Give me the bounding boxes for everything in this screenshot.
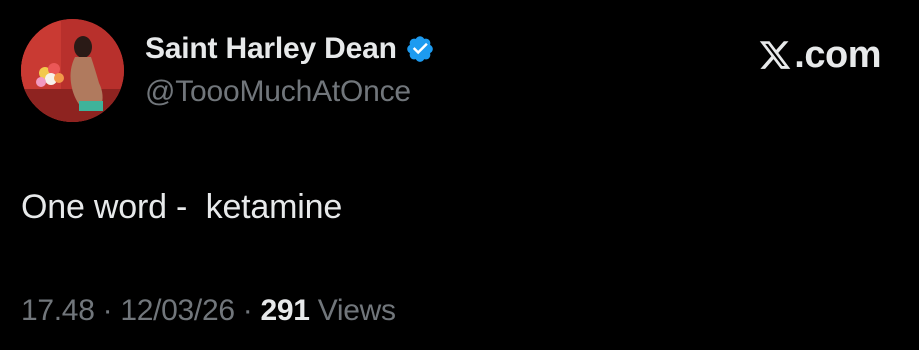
post-text: One word - ketamine — [21, 188, 343, 226]
meta-separator: · — [94, 294, 121, 327]
x-logo-icon — [758, 38, 792, 72]
avatar-photo — [21, 19, 124, 122]
brand-text: .com — [794, 33, 881, 76]
author-name-row: Saint Harley Dean — [145, 29, 435, 69]
post-meta: 17.48 · 12/03/26 · 291 Views — [21, 294, 396, 328]
views-count: 291 — [260, 294, 310, 327]
author-handle[interactable]: @ToooMuchAtOnce — [145, 75, 411, 109]
avatar[interactable] — [21, 19, 124, 122]
post-time[interactable]: 17.48 — [21, 294, 95, 327]
tweet-card: Saint Harley Dean @ToooMuchAtOnce .com O… — [0, 0, 919, 350]
display-name[interactable]: Saint Harley Dean — [145, 32, 397, 66]
brand-watermark: .com — [758, 34, 881, 76]
verified-badge-icon — [405, 34, 435, 64]
post-date[interactable]: 12/03/26 — [120, 294, 235, 327]
views-label: Views — [317, 294, 396, 327]
meta-separator: · — [234, 294, 261, 327]
